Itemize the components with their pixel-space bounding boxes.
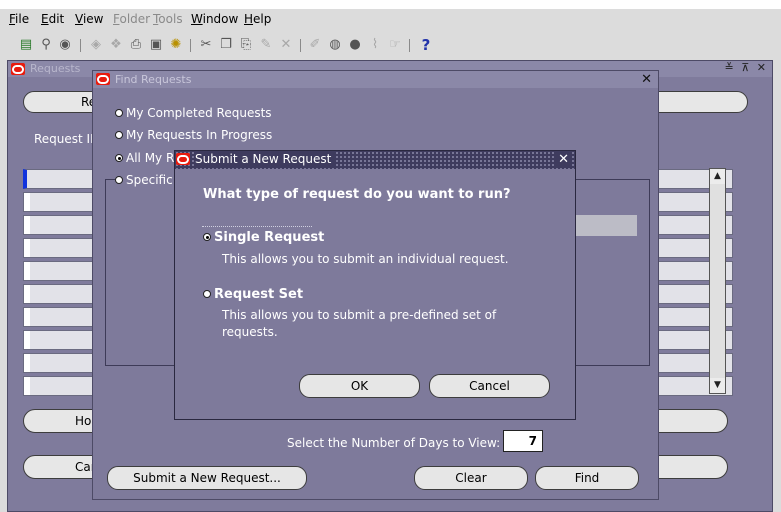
toolbar-separator bbox=[300, 39, 301, 52]
menu-window[interactable]: Window bbox=[191, 12, 238, 26]
radio-selected-icon bbox=[115, 154, 123, 162]
find-button[interactable]: Find bbox=[535, 466, 639, 490]
radio-single-request[interactable]: Single Request bbox=[203, 230, 324, 245]
submit-dialog-title-bar[interactable]: Submit a New Request ✕ bbox=[175, 151, 575, 169]
cut-icon[interactable]: ✂ bbox=[198, 37, 214, 53]
menu-help[interactable]: Help bbox=[244, 12, 271, 26]
radio-icon bbox=[203, 290, 211, 298]
vertical-scrollbar[interactable]: ▲ ▼ bbox=[709, 168, 726, 394]
radio-label: Specific bbox=[126, 173, 173, 187]
menu-edit[interactable]: Edit bbox=[41, 12, 64, 26]
edit-field-icon[interactable]: ✐ bbox=[307, 37, 323, 53]
radio-my-requests-in-progress[interactable]: My Requests In Progress bbox=[115, 128, 272, 142]
scroll-down-icon[interactable]: ▼ bbox=[710, 378, 725, 393]
folder-tools-icon[interactable]: ☞ bbox=[387, 37, 403, 53]
oracle-icon bbox=[11, 63, 25, 75]
print-icon[interactable]: ⎙ bbox=[128, 37, 144, 53]
find-requests-title-bar[interactable]: Find Requests ✕ bbox=[93, 71, 658, 88]
radio-specific-requests[interactable]: Specific bbox=[115, 173, 175, 187]
focus-indicator bbox=[202, 226, 312, 227]
request-id-column-header: Request ID bbox=[34, 132, 100, 146]
find-requests-title: Find Requests bbox=[115, 73, 192, 86]
submit-new-request-dialog: Submit a New Request ✕ What type of requ… bbox=[174, 150, 576, 420]
toolbar-separator bbox=[80, 39, 81, 52]
cancel-button[interactable]: Cancel bbox=[429, 374, 550, 398]
menu-bar: File Edit View Folder Tools Window Help bbox=[0, 9, 781, 31]
single-request-description: This allows you to submit an individual … bbox=[222, 252, 509, 266]
menu-view[interactable]: View bbox=[75, 12, 103, 26]
radio-label: My Completed Requests bbox=[126, 106, 272, 120]
copy-icon[interactable]: ❐ bbox=[218, 37, 234, 53]
next-step-icon[interactable]: ❖ bbox=[108, 37, 124, 53]
menu-file[interactable]: File bbox=[9, 12, 29, 26]
submit-new-request-label: Submit a New Request... bbox=[133, 471, 281, 485]
single-request-label: Single Request bbox=[214, 230, 325, 245]
save-icon[interactable]: ◈ bbox=[88, 37, 104, 53]
window-controls[interactable]: ≚ ⊼ ✕ bbox=[725, 61, 768, 74]
scroll-up-icon[interactable]: ▲ bbox=[710, 169, 725, 184]
attachments-icon[interactable]: ● bbox=[347, 37, 363, 53]
submit-new-request-button[interactable]: Submit a New Request... bbox=[107, 466, 307, 490]
hold-label: Ho bbox=[75, 414, 92, 428]
new-record-icon[interactable]: ▤ bbox=[18, 37, 34, 53]
ok-button[interactable]: OK bbox=[299, 374, 420, 398]
translations-icon[interactable]: ◍ bbox=[327, 37, 343, 53]
attachments-clip-icon[interactable]: ⌇ bbox=[367, 37, 383, 53]
clear-button[interactable]: Clear bbox=[414, 466, 528, 490]
find-label: Find bbox=[574, 471, 600, 485]
toolbar: ▤ ⚲ ◉ ◈ ❖ ⎙ ▣ ✺ ✂ ❐ ⎘ ✎ ✕ ✐ ◍ ● ⌇ ☞ ? bbox=[0, 31, 781, 59]
navigator-icon[interactable]: ◉ bbox=[57, 37, 73, 53]
radio-my-completed-requests[interactable]: My Completed Requests bbox=[115, 106, 272, 120]
menu-tools[interactable]: Tools bbox=[153, 12, 183, 26]
top-border bbox=[0, 0, 781, 9]
request-set-label: Request Set bbox=[214, 287, 304, 302]
radio-all-my-requests[interactable]: All My R bbox=[115, 151, 174, 165]
clear-label: Clear bbox=[455, 471, 487, 485]
requests-window-title: Requests bbox=[30, 62, 81, 75]
toolbar-separator bbox=[190, 39, 191, 52]
toolbar-separator bbox=[409, 39, 410, 52]
request-set-description: This allows you to submit a pre-defined … bbox=[222, 308, 497, 339]
menu-folder[interactable]: Folder bbox=[113, 12, 150, 26]
zoom-icon[interactable]: ✺ bbox=[168, 37, 184, 53]
new-icon[interactable]: ✎ bbox=[258, 37, 274, 53]
radio-request-set[interactable]: Request Set bbox=[203, 287, 303, 302]
radio-icon bbox=[115, 131, 123, 139]
radio-icon bbox=[115, 176, 123, 184]
radio-selected-icon bbox=[203, 233, 211, 241]
close-icon[interactable]: ✕ bbox=[641, 72, 652, 87]
oracle-icon bbox=[176, 153, 190, 165]
close-form-icon[interactable]: ▣ bbox=[148, 37, 164, 53]
oracle-icon bbox=[96, 73, 110, 85]
radio-label: My Requests In Progress bbox=[126, 128, 273, 142]
help-icon[interactable]: ? bbox=[418, 37, 434, 53]
days-to-view-label: Select the Number of Days to View: bbox=[287, 436, 501, 450]
radio-label: All My R bbox=[126, 151, 175, 165]
close-icon[interactable]: ✕ bbox=[556, 152, 571, 167]
days-to-view-input[interactable]: 7 bbox=[503, 430, 543, 452]
radio-icon bbox=[115, 109, 123, 117]
submit-dialog-title: Submit a New Request bbox=[195, 152, 336, 166]
delete-icon[interactable]: ✕ bbox=[278, 37, 294, 53]
request-type-question: What type of request do you want to run? bbox=[203, 187, 511, 202]
ok-label: OK bbox=[350, 379, 369, 393]
find-icon[interactable]: ⚲ bbox=[38, 37, 54, 53]
cancel-label: Cancel bbox=[469, 379, 510, 393]
paste-icon[interactable]: ⎘ bbox=[238, 37, 254, 53]
